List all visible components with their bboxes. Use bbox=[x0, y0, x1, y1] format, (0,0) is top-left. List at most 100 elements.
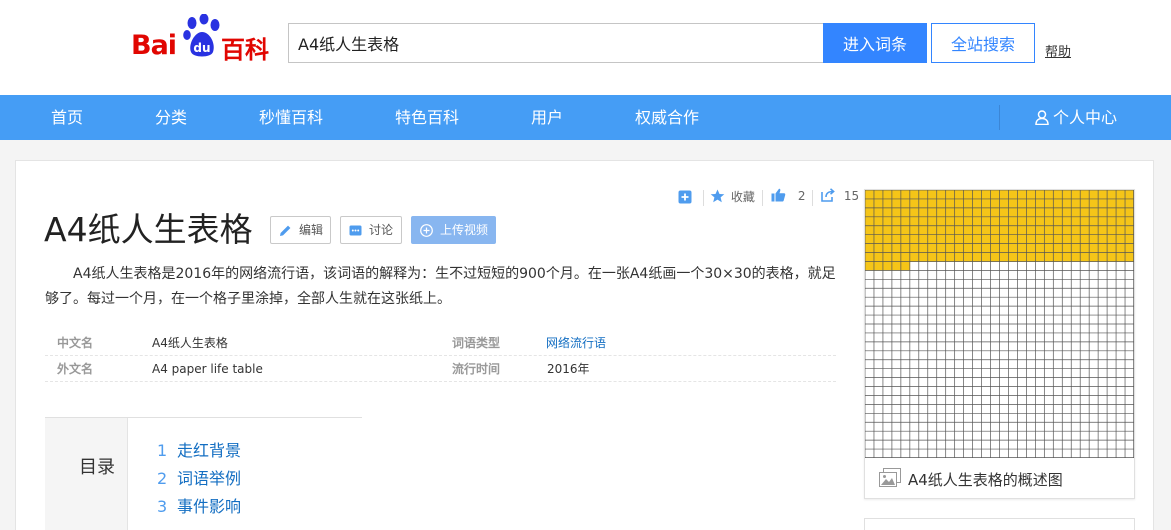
filled-month-cell bbox=[1008, 252, 1018, 262]
filled-month-cell bbox=[1071, 243, 1081, 253]
nav-item-featured[interactable]: 特色百科 bbox=[395, 95, 459, 140]
filled-month-cell bbox=[865, 225, 875, 235]
filled-month-cell bbox=[927, 198, 938, 209]
share-action[interactable]: 15 bbox=[821, 188, 859, 208]
filled-month-cell bbox=[1044, 216, 1054, 227]
filled-month-cell bbox=[1017, 198, 1027, 209]
discuss-button[interactable]: 讨论 bbox=[340, 216, 402, 244]
basic-info-value: A4纸人生表格 bbox=[152, 336, 228, 350]
filled-month-cell bbox=[1026, 225, 1036, 235]
collect-action[interactable]: 收藏 bbox=[710, 188, 755, 208]
filled-month-cell bbox=[873, 261, 884, 271]
filled-month-cell bbox=[891, 252, 902, 262]
filled-month-cell bbox=[1044, 198, 1054, 209]
header: Bai du 百科 进入词条 全站搜索 帮助 bbox=[0, 0, 1171, 95]
filled-month-cell bbox=[1053, 207, 1063, 218]
filled-month-cell bbox=[963, 252, 973, 262]
search-input[interactable] bbox=[288, 23, 825, 63]
nav-item-category[interactable]: 分类 bbox=[155, 95, 187, 140]
filled-month-cell bbox=[873, 243, 884, 253]
filled-month-cell bbox=[865, 252, 875, 262]
catalog-item[interactable]: 3 事件影响 bbox=[157, 493, 241, 517]
filled-month-cell bbox=[918, 190, 929, 200]
filled-month-cell bbox=[927, 234, 938, 244]
upload-video-button[interactable]: 上传视频 bbox=[411, 216, 496, 244]
filled-month-cell bbox=[909, 216, 920, 227]
filled-month-cell bbox=[882, 225, 893, 235]
filled-month-cell bbox=[1116, 216, 1126, 227]
catalog-item[interactable]: 2 词语举例 bbox=[157, 465, 241, 489]
basic-info-link[interactable]: 网络流行语 bbox=[546, 330, 606, 356]
filled-month-cell bbox=[1107, 234, 1117, 244]
filled-month-cell bbox=[882, 207, 893, 218]
thumbs-up-icon bbox=[771, 188, 786, 202]
filled-month-cell bbox=[1098, 252, 1108, 262]
filled-month-cell bbox=[1080, 198, 1090, 209]
filled-month-cell bbox=[900, 198, 911, 209]
edit-button[interactable]: 编辑 bbox=[270, 216, 331, 244]
filled-month-cell bbox=[1008, 216, 1018, 227]
filled-month-cell bbox=[1044, 225, 1054, 235]
filled-month-cell bbox=[1089, 216, 1099, 227]
filled-month-cell bbox=[1035, 207, 1045, 218]
filled-month-cell bbox=[918, 216, 929, 227]
filled-month-cell bbox=[909, 234, 920, 244]
filled-month-cell bbox=[1071, 207, 1081, 218]
enter-entry-button[interactable]: 进入词条 bbox=[823, 23, 927, 63]
filled-month-cell bbox=[1008, 225, 1018, 235]
filled-month-cell bbox=[927, 190, 938, 200]
catalog-item-label: 走红背景 bbox=[177, 441, 242, 460]
filled-month-cell bbox=[1044, 234, 1054, 244]
nav-item-users[interactable]: 用户 bbox=[531, 95, 563, 140]
filled-month-cell bbox=[865, 216, 875, 227]
nav-item-partners[interactable]: 权威合作 bbox=[635, 95, 699, 140]
like-action[interactable]: 2 bbox=[771, 188, 805, 208]
site-search-button[interactable]: 全站搜索 bbox=[931, 23, 1035, 63]
basic-info-row: 外文名 A4 paper life table 流行时间 2016年 bbox=[45, 356, 836, 382]
nav-divider bbox=[999, 105, 1000, 130]
filled-month-cell bbox=[1080, 234, 1090, 244]
filled-month-cell bbox=[891, 207, 902, 218]
filled-month-cell bbox=[900, 261, 911, 271]
filled-month-cell bbox=[900, 225, 911, 235]
filled-month-cell bbox=[918, 198, 929, 209]
filled-month-cell bbox=[945, 243, 955, 253]
collect-label: 收藏 bbox=[730, 190, 755, 204]
filled-month-cell bbox=[1107, 207, 1117, 218]
life-table-grid-image[interactable] bbox=[865, 190, 1134, 458]
filled-month-cell bbox=[1089, 243, 1099, 253]
filled-month-cell bbox=[945, 198, 955, 209]
filled-month-cell bbox=[990, 216, 1000, 227]
catalog-item[interactable]: 1 走红背景 bbox=[157, 437, 241, 461]
filled-month-cell bbox=[1008, 190, 1018, 200]
plus-circle-icon bbox=[420, 224, 433, 237]
filled-month-cell bbox=[1026, 207, 1036, 218]
filled-month-cell bbox=[972, 234, 982, 244]
filled-month-cell bbox=[1008, 243, 1018, 253]
filled-month-cell bbox=[1035, 243, 1045, 253]
filled-month-cell bbox=[1017, 225, 1027, 235]
filled-month-cell bbox=[954, 198, 964, 209]
filled-month-cell bbox=[1053, 198, 1063, 209]
action-divider bbox=[812, 190, 813, 206]
filled-month-cell bbox=[999, 216, 1009, 227]
nav-item-miaodong[interactable]: 秒懂百科 bbox=[259, 95, 323, 140]
filled-month-cell bbox=[900, 190, 911, 200]
help-link[interactable]: 帮助 bbox=[1045, 41, 1071, 60]
filled-month-cell bbox=[1062, 252, 1072, 262]
filled-month-cell bbox=[1107, 190, 1117, 200]
filled-month-cell bbox=[1089, 190, 1099, 200]
nav-user-center[interactable]: 个人中心 bbox=[1035, 95, 1117, 140]
filled-month-cell bbox=[1080, 243, 1090, 253]
filled-month-cell bbox=[1062, 216, 1072, 227]
filled-month-cell bbox=[1116, 207, 1126, 218]
filled-month-cell bbox=[936, 198, 946, 209]
baidu-baike-logo[interactable]: Bai du 百科 bbox=[131, 14, 273, 64]
filled-month-cell bbox=[1098, 198, 1108, 209]
filled-month-cell bbox=[1035, 198, 1045, 209]
add-icon[interactable] bbox=[678, 190, 692, 204]
basic-info-label: 外文名 bbox=[57, 362, 94, 376]
filled-month-cell bbox=[900, 207, 911, 218]
filled-month-cell bbox=[936, 216, 946, 227]
nav-item-home[interactable]: 首页 bbox=[51, 95, 83, 140]
